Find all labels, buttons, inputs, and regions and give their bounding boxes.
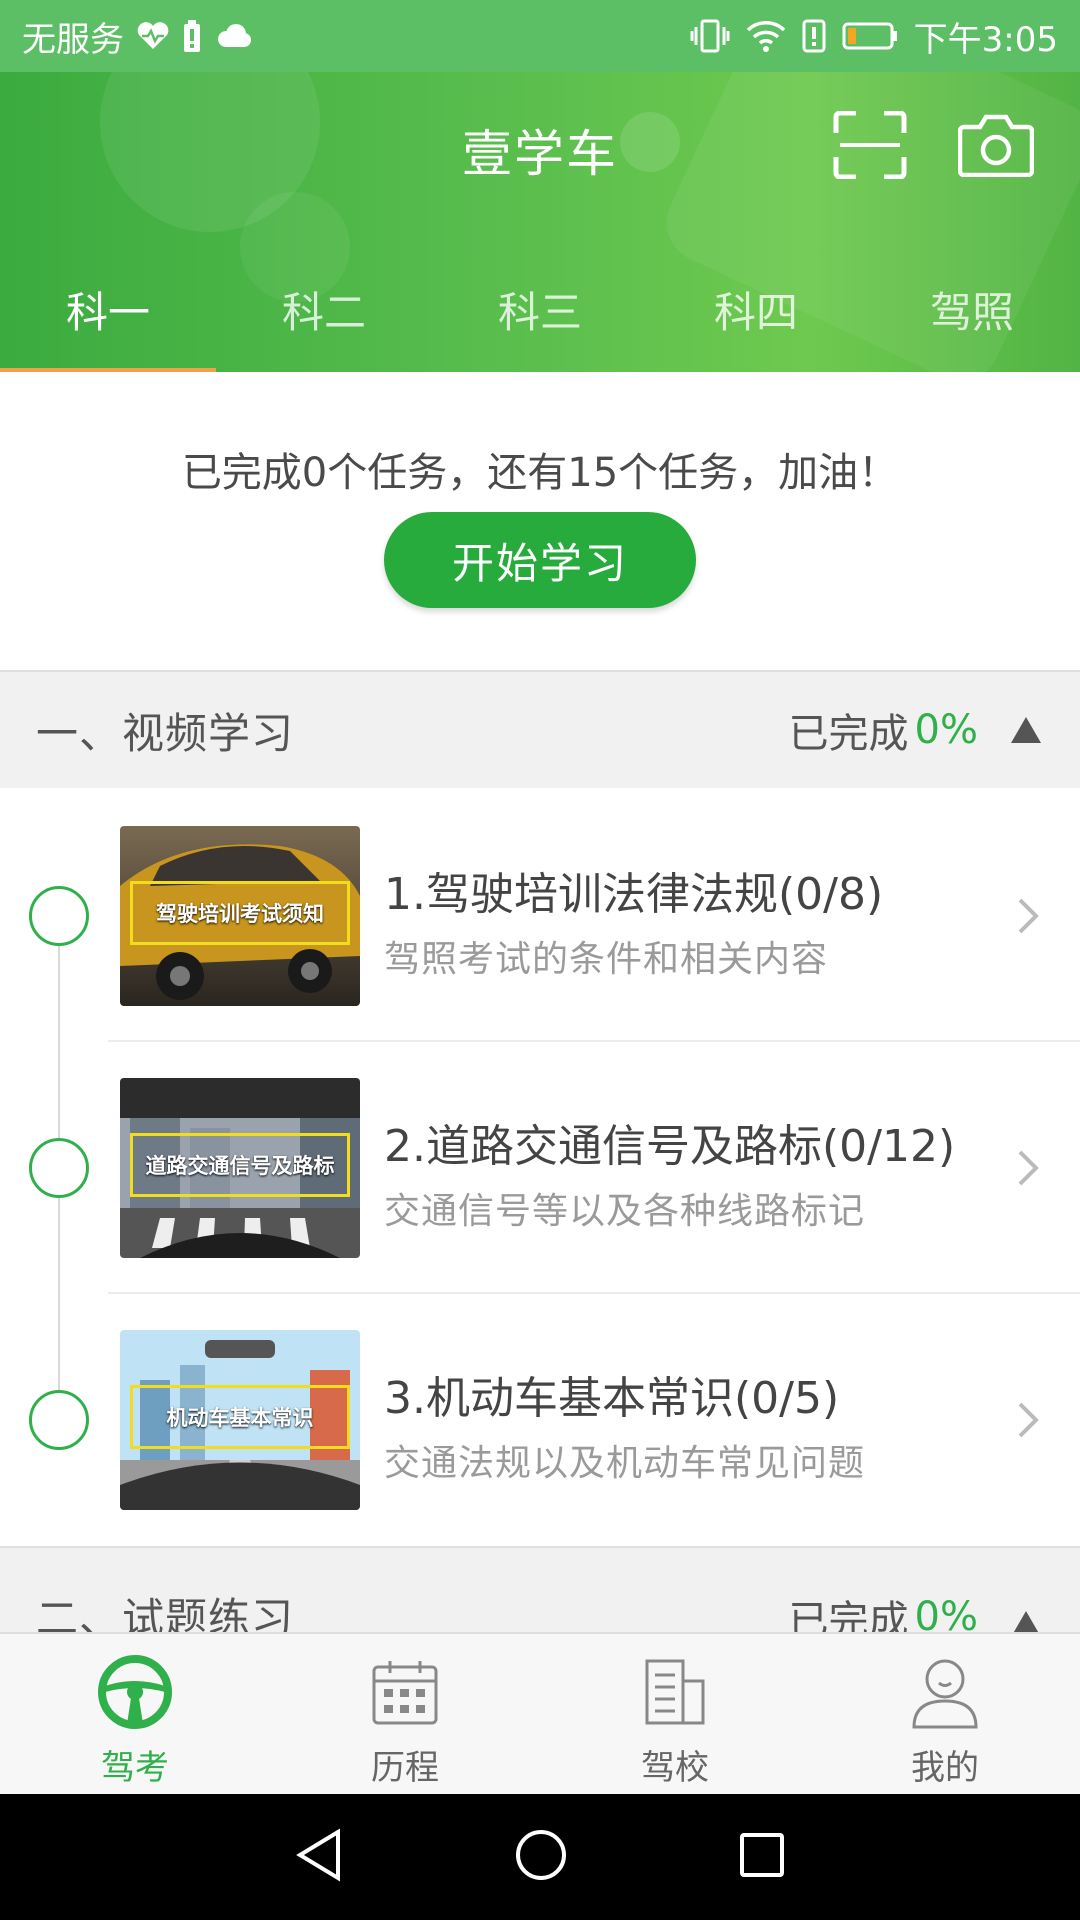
scan-icon (832, 110, 908, 183)
nav-item-school[interactable]: 驾校 (540, 1634, 810, 1794)
system-navigation-bar (0, 1794, 1080, 1920)
lesson-thumbnail: 机动车基本常识 (120, 1330, 360, 1510)
user-icon (905, 1652, 985, 1732)
section-header-practice[interactable]: 二、试题练习 已完成 0% (0, 1546, 1080, 1644)
nav-item-exam[interactable]: 驾考 (0, 1634, 270, 1794)
calendar-icon (365, 1652, 445, 1732)
lesson-title: 2.道路交通信号及路标(0/12) (384, 1121, 956, 1172)
steering-wheel-icon (95, 1652, 175, 1732)
tab-license[interactable]: 驾照 (864, 252, 1080, 367)
tab-ke-3[interactable]: 科三 (432, 252, 648, 367)
vibrate-icon (690, 19, 730, 53)
lesson-title: 3.机动车基本常识(0/5) (384, 1373, 840, 1424)
wifi-icon (746, 20, 786, 52)
lesson-thumbnail: 道路交通信号及路标 (120, 1078, 360, 1258)
lesson-list: 驾驶培训考试须知 1.驾驶培训法律法规(0/8) 驾照考试的条件和相关内容 道路… (0, 790, 1080, 1546)
thumbnail-frame: 驾驶培训考试须知 (130, 881, 350, 945)
home-icon[interactable] (514, 1828, 568, 1886)
lesson-thumbnail: 驾驶培训考试须知 (120, 826, 360, 1006)
app-header: 壹学车 科一 科二 科三 科四 驾照 (0, 72, 1080, 372)
progress-circle-icon (29, 1138, 89, 1198)
tab-ke-1[interactable]: 科一 (0, 252, 216, 372)
camera-icon (957, 113, 1035, 181)
tab-ke-4[interactable]: 科四 (648, 252, 864, 367)
thumbnail-label: 机动车基本常识 (166, 1406, 314, 1430)
progress-value: 0% (914, 707, 978, 753)
list-item[interactable]: 驾驶培训考试须知 1.驾驶培训法律法规(0/8) 驾照考试的条件和相关内容 (0, 790, 1080, 1042)
status-bar: 无服务 下午3:05 (0, 0, 1080, 72)
carrier-label: 无服务 (22, 19, 124, 60)
list-item[interactable]: 道路交通信号及路标 2.道路交通信号及路标(0/12) 交通信号等以及各种线路标… (0, 1042, 1080, 1294)
scan-button[interactable] (830, 110, 910, 183)
status-time: 下午3:05 (913, 19, 1058, 60)
progress-label: 已完成 (788, 711, 909, 757)
thumbnail-label: 驾驶培训考试须知 (156, 902, 324, 926)
chevron-right-icon (1018, 898, 1039, 934)
alert-icon (802, 19, 826, 53)
heart-pulse-icon (136, 21, 170, 51)
battery-icon (842, 21, 898, 51)
lesson-description: 驾照考试的条件和相关内容 (384, 939, 829, 980)
lesson-description: 交通法规以及机动车常见问题 (384, 1443, 866, 1484)
subject-tabs: 科一 科二 科三 科四 驾照 (0, 252, 1080, 372)
start-learning-button[interactable]: 开始学习 (384, 512, 696, 608)
nav-item-mine[interactable]: 我的 (810, 1634, 1080, 1794)
task-message: 已完成0个任务，还有15个任务，加油！ (181, 450, 899, 496)
nav-item-history[interactable]: 历程 (270, 1634, 540, 1794)
progress-circle-icon (29, 886, 89, 946)
thumbnail-label: 道路交通信号及路标 (145, 1154, 335, 1178)
section-header-video[interactable]: 一、视频学习 已完成 0% (0, 670, 1080, 788)
chevron-right-icon (1018, 1150, 1039, 1186)
app-title: 壹学车 (462, 125, 618, 183)
back-icon[interactable] (294, 1828, 344, 1886)
collapse-triangle-icon[interactable] (1008, 714, 1044, 746)
chevron-right-icon (1018, 1402, 1039, 1438)
nav-label: 驾校 (641, 1748, 709, 1788)
bottom-navigation: 驾考 历程 驾校 我的 (0, 1632, 1080, 1794)
nav-label: 驾考 (101, 1748, 169, 1788)
section-progress: 已完成 0% (789, 701, 978, 759)
tab-ke-2[interactable]: 科二 (216, 252, 432, 367)
cloud-icon (214, 23, 252, 49)
thumbnail-frame: 机动车基本常识 (130, 1385, 350, 1449)
nav-label: 我的 (911, 1748, 979, 1788)
section-title: 一、视频学习 (36, 708, 295, 758)
nav-label: 历程 (371, 1748, 439, 1788)
lesson-title: 1.驾驶培训法律法规(0/8) (384, 869, 884, 920)
thumbnail-frame: 道路交通信号及路标 (130, 1133, 350, 1197)
recents-icon[interactable] (738, 1831, 786, 1883)
camera-button[interactable] (956, 112, 1036, 182)
battery-saver-icon (182, 19, 202, 53)
list-item[interactable]: 机动车基本常识 3.机动车基本常识(0/5) 交通法规以及机动车常见问题 (0, 1294, 1080, 1546)
building-icon (635, 1652, 715, 1732)
progress-circle-icon (29, 1390, 89, 1450)
lesson-description: 交通信号等以及各种线路标记 (384, 1191, 866, 1232)
task-summary: 已完成0个任务，还有15个任务，加油！ 开始学习 (0, 372, 1080, 670)
